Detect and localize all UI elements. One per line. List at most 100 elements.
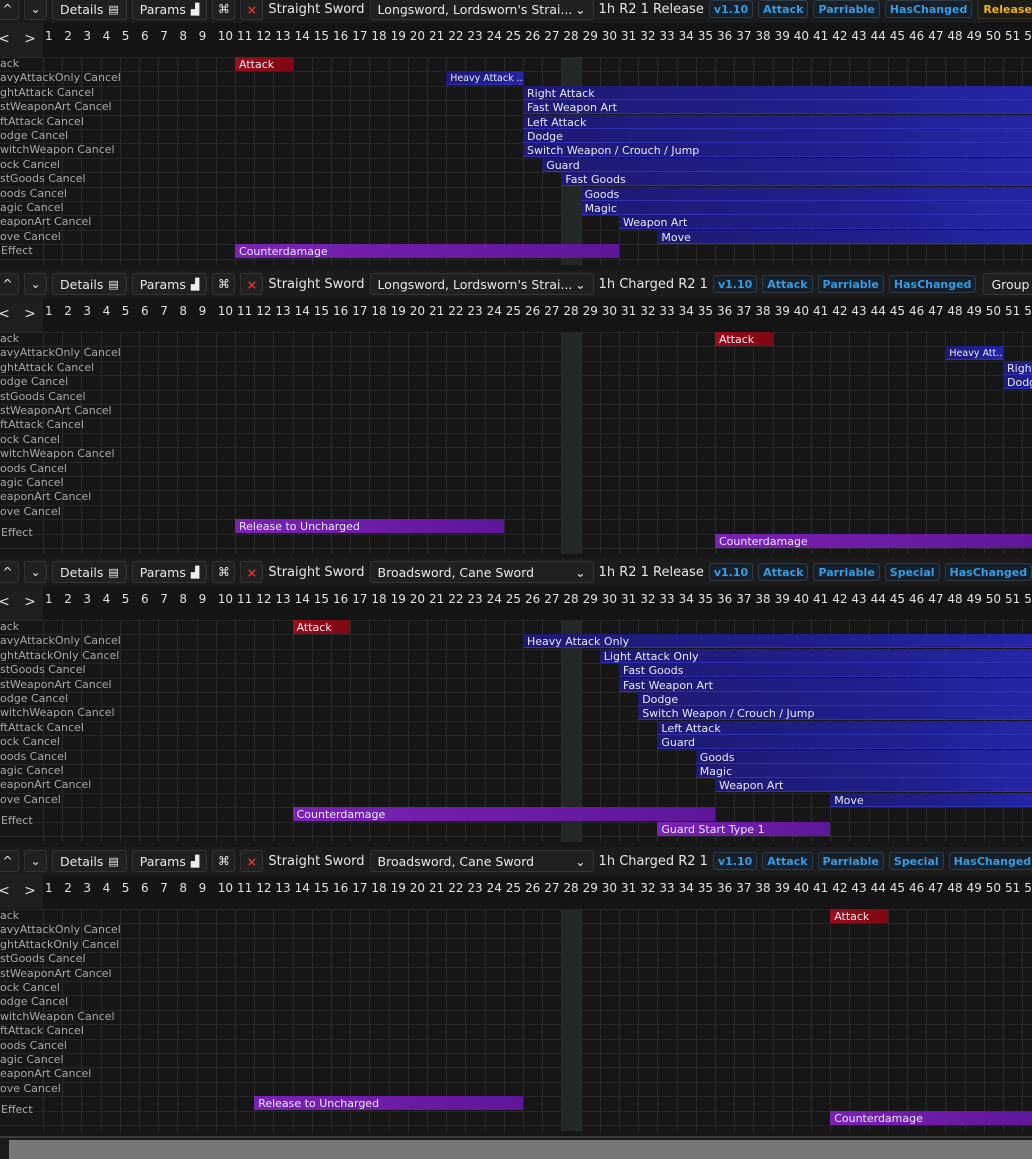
frame-number[interactable]: 11 (237, 304, 252, 318)
frame-number[interactable]: 17 (352, 881, 367, 895)
next-frame-button[interactable]: > (20, 302, 40, 326)
event-bar[interactable]: Attack (830, 909, 888, 923)
frame-number[interactable]: 3 (83, 29, 91, 43)
event-bar[interactable]: Right Attack (1003, 360, 1032, 375)
frame-number[interactable]: 52 (1024, 304, 1032, 318)
event-bar[interactable]: Counterdamage (830, 1110, 1032, 1125)
frame-number[interactable]: 38 (755, 881, 770, 895)
frame-number[interactable]: 20 (410, 881, 425, 895)
frame-number[interactable]: 21 (429, 592, 444, 606)
frame-number[interactable]: 12 (256, 881, 271, 895)
frame-number[interactable]: 52 (1024, 592, 1032, 606)
event-bar[interactable]: Heavy Attack ... (446, 71, 523, 86)
frame-number[interactable]: 22 (448, 881, 463, 895)
frame-number[interactable]: 24 (487, 304, 502, 318)
frame-number[interactable]: 20 (410, 592, 425, 606)
frame-number[interactable]: 6 (141, 881, 149, 895)
frame-number[interactable]: 4 (103, 592, 111, 606)
frame-number[interactable]: 41 (813, 304, 828, 318)
frame-number[interactable]: 5 (122, 592, 130, 606)
details-button[interactable]: Details ▤ (52, 850, 127, 872)
frame-number[interactable]: 35 (698, 304, 713, 318)
prev-frame-button[interactable]: < (0, 879, 14, 903)
frame-number[interactable]: 24 (487, 592, 502, 606)
event-bar[interactable]: Counterdamage (715, 533, 1032, 548)
frame-number[interactable]: 33 (659, 304, 674, 318)
frame-number[interactable]: 43 (851, 304, 866, 318)
frame-number[interactable]: 2 (64, 29, 72, 43)
frame-number[interactable]: 42 (832, 881, 847, 895)
move-down-button[interactable]: ⌄ (24, 0, 47, 20)
group-button[interactable]: Group⛶ (983, 273, 1032, 295)
frame-number[interactable]: 21 (429, 304, 444, 318)
frame-number[interactable]: 29 (583, 29, 598, 43)
frame-number[interactable]: 14 (295, 29, 310, 43)
frame-number[interactable]: 24 (487, 881, 502, 895)
frame-number[interactable]: 25 (506, 592, 521, 606)
event-bar[interactable]: Attack (715, 332, 773, 346)
frame-number[interactable]: 13 (275, 881, 290, 895)
frame-number[interactable]: 30 (602, 304, 617, 318)
event-bar[interactable]: Fast Weapon Art (523, 100, 1032, 115)
frame-number[interactable]: 20 (410, 304, 425, 318)
event-bar[interactable]: Guard (542, 157, 1032, 172)
frame-number[interactable]: 1 (45, 592, 53, 606)
event-bar[interactable]: Counterdamage (292, 807, 715, 822)
frame-number[interactable]: 15 (314, 29, 329, 43)
weapon-dropdown[interactable]: Longsword, Lordsworn's Strai... ⌄ (369, 273, 594, 295)
event-bar[interactable]: Fast Goods (619, 663, 1032, 678)
frame-number[interactable]: 16 (333, 881, 348, 895)
frame-number[interactable]: 51 (1005, 881, 1020, 895)
frame-number[interactable]: 43 (851, 592, 866, 606)
frame-number[interactable]: 15 (314, 592, 329, 606)
frame-number[interactable]: 8 (179, 304, 187, 318)
frame-number[interactable]: 41 (813, 29, 828, 43)
frame-number[interactable]: 39 (775, 29, 790, 43)
frame-number[interactable]: 8 (179, 881, 187, 895)
close-button[interactable]: × (240, 273, 264, 295)
frame-number[interactable]: 11 (237, 592, 252, 606)
frame-number[interactable]: 35 (698, 592, 713, 606)
move-up-button[interactable]: ^ (0, 850, 19, 872)
frame-number[interactable]: 32 (640, 29, 655, 43)
horizontal-scrollbar[interactable] (9, 1140, 1032, 1159)
frame-number[interactable]: 10 (218, 592, 233, 606)
frame-number[interactable]: 31 (621, 592, 636, 606)
frame-number[interactable]: 32 (640, 592, 655, 606)
event-bar[interactable]: Move (657, 229, 1032, 244)
frame-number[interactable]: 26 (525, 304, 540, 318)
frame-number[interactable]: 26 (525, 592, 540, 606)
params-button[interactable]: Params ▟ (131, 561, 208, 583)
event-bar[interactable]: Move (830, 792, 1032, 807)
frame-number[interactable]: 32 (640, 881, 655, 895)
frame-number[interactable]: 36 (717, 29, 732, 43)
frame-number[interactable]: 45 (890, 881, 905, 895)
frame-number[interactable]: 42 (832, 304, 847, 318)
event-bar[interactable]: Attack (292, 620, 351, 634)
frame-number[interactable]: 3 (83, 592, 91, 606)
frame-number[interactable]: 49 (967, 881, 982, 895)
move-down-button[interactable]: ⌄ (24, 850, 47, 872)
frame-number[interactable]: 10 (218, 304, 233, 318)
move-up-button[interactable]: ^ (0, 273, 19, 295)
frame-number[interactable]: 32 (640, 304, 655, 318)
frame-number[interactable]: 25 (506, 304, 521, 318)
frame-number[interactable]: 26 (525, 29, 540, 43)
frame-number[interactable]: 36 (717, 881, 732, 895)
frame-number[interactable]: 1 (45, 304, 53, 318)
frame-number[interactable]: 1 (45, 29, 53, 43)
frame-number[interactable]: 38 (755, 304, 770, 318)
event-bar[interactable]: Dodge (638, 692, 1032, 706)
collapse-button[interactable]: ⌘ (212, 850, 236, 872)
move-up-button[interactable]: ^ (0, 0, 19, 20)
frame-number[interactable]: 13 (275, 592, 290, 606)
frame-number[interactable]: 16 (333, 304, 348, 318)
frame-number[interactable]: 38 (755, 29, 770, 43)
frame-number[interactable]: 9 (199, 29, 207, 43)
frame-number[interactable]: 6 (141, 592, 149, 606)
frame-number[interactable]: 3 (83, 304, 91, 318)
event-bar[interactable]: Magic (580, 201, 1032, 215)
close-button[interactable]: × (240, 850, 264, 872)
frame-number[interactable]: 2 (64, 304, 72, 318)
frame-number[interactable]: 11 (237, 29, 252, 43)
